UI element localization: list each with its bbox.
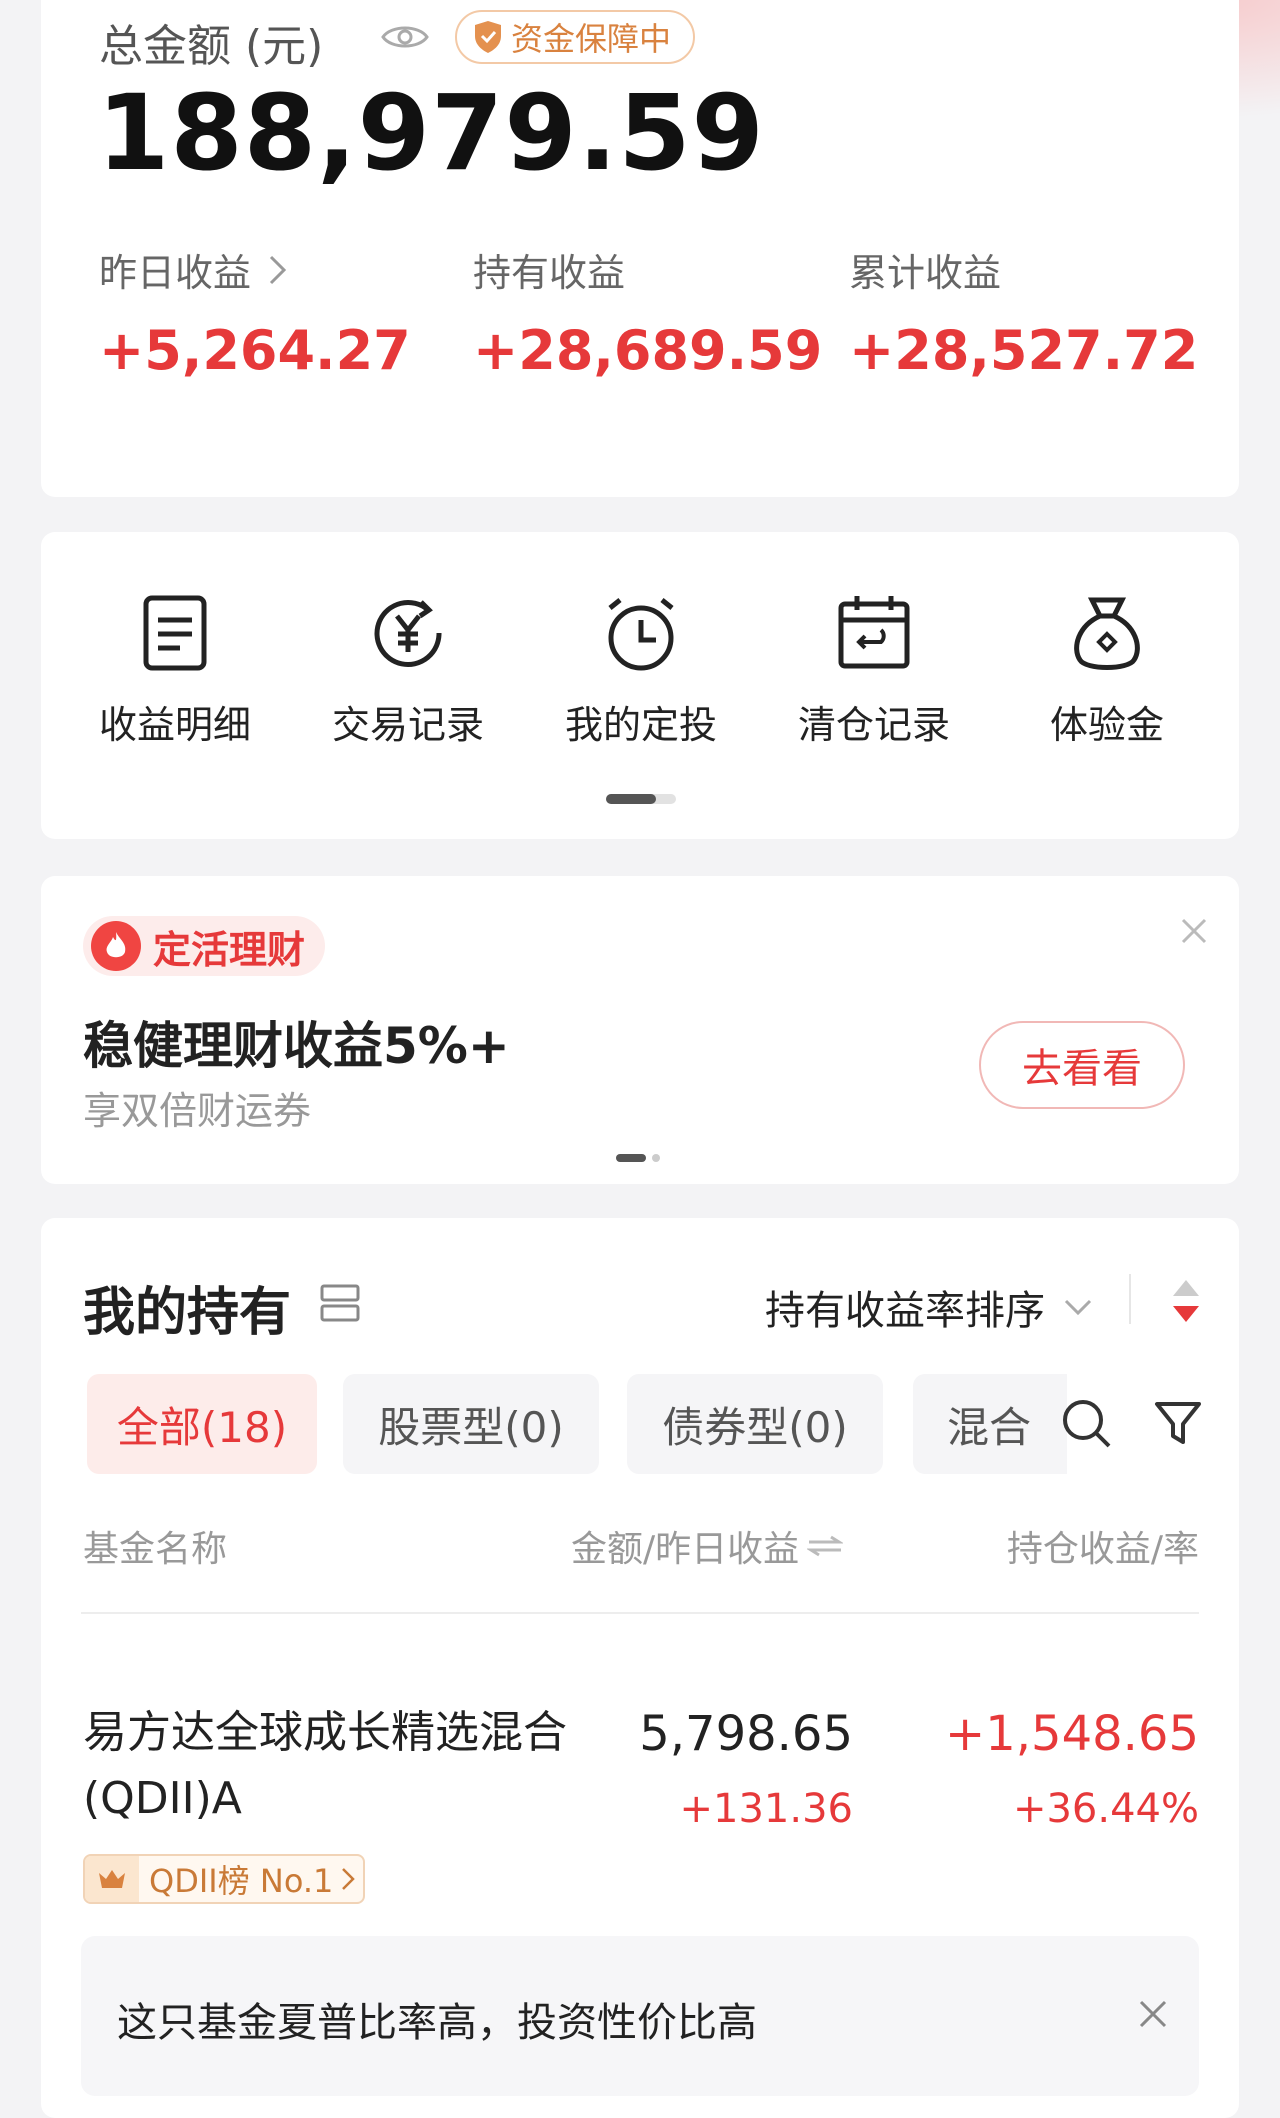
stat-label: 昨日收益 [99,251,252,295]
stat-label: 累计收益 [849,251,1002,295]
promo-card[interactable]: 定活理财 稳健理财收益5%+ 享双倍财运券 去看看 [41,876,1239,1184]
promo-tag-text: 定活理财 [153,927,306,972]
calendar-return-icon [838,596,910,669]
stat-value: +28,527.72 [849,319,1199,382]
yuan-cycle-icon [374,600,442,667]
crown-icon [85,1856,139,1902]
total-amount-value: 188,979.59 [97,72,765,194]
fund-guarantee-badge[interactable]: 资金保障中 [455,10,696,64]
swap-icon [807,1535,844,1557]
column-header-amount-label: 金额/昨日收益 [571,1529,800,1570]
filter-chip-stock[interactable]: 股票型(0) [343,1374,599,1474]
fund-name[interactable]: 易方达全球成长精选混合(QDII)A [83,1700,603,1832]
tool-label: 收益明细 [98,703,251,747]
eye-icon[interactable] [381,22,429,52]
header-divider [81,1612,1199,1614]
layout-toggle-icon[interactable] [319,1282,361,1324]
fund-holding-profit: +1,548.65 [945,1706,1199,1762]
stat-value: +28,689.59 [473,319,823,382]
tools-scroll-indicator [606,794,676,804]
filter-icon[interactable] [1153,1398,1203,1448]
document-icon [143,595,207,671]
fund-amount: 5,798.65 [639,1706,853,1762]
flame-icon [91,921,141,971]
fund-profit-rate: +36.44% [1012,1786,1199,1832]
fund-rank-badge[interactable]: QDII榜 No.1 [83,1854,366,1904]
column-header-name: 基金名称 [83,1529,228,1570]
sort-divider [1129,1274,1131,1324]
total-amount-label: 总金额 (元) [99,21,324,72]
guarantee-text: 资金保障中 [511,20,672,58]
tool-label: 体验金 [1049,703,1164,747]
search-icon[interactable] [1061,1398,1113,1450]
fund-yesterday-income: +131.36 [679,1786,853,1832]
asset-summary-card: 总金额 (元) 资金保障中 188,979.59 昨日收益 +5,264.27 … [41,0,1239,497]
chevron-down-icon [1064,1299,1092,1316]
stat-label: 持有收益 [473,251,626,295]
rank-badge-text: QDII榜 No.1 [149,1862,334,1900]
close-icon[interactable] [1137,1998,1169,2030]
promo-view-button[interactable]: 去看看 [979,1021,1185,1109]
fund-type-filters: 全部(18) 股票型(0) 债券型(0) 混合 [87,1374,1067,1474]
close-icon[interactable] [1179,916,1209,946]
money-bag-icon [1074,597,1140,670]
tools-card: 收益明细 交易记录 我的定投 清仓记录 体验金 [41,532,1239,839]
holdings-title: 我的持有 [83,1283,292,1343]
tool-clearance-record[interactable]: 清仓记录 [774,592,974,749]
filter-chip-bond[interactable]: 债券型(0) [627,1374,883,1474]
column-header-amount[interactable]: 金额/昨日收益 [571,1520,844,1572]
sort-order-icon[interactable] [1171,1278,1201,1324]
tool-label: 交易记录 [331,703,484,747]
tool-label: 清仓记录 [797,703,950,747]
shield-icon [475,21,501,53]
sort-select[interactable]: 持有收益率排序 [765,1278,1093,1336]
fund-tip-box: 这只基金夏普比率高，投资性价比高 [81,1936,1199,2096]
alarm-clock-icon [608,598,674,671]
stat-cumulative: 累计收益 +28,527.72 [849,242,1198,382]
stat-value: +5,264.27 [99,319,411,382]
filter-chip-all[interactable]: 全部(18) [87,1374,317,1474]
column-header-profit: 持仓收益/率 [1006,1529,1199,1570]
fund-tip-text: 这只基金夏普比率高，投资性价比高 [117,2000,757,2046]
sort-label: 持有收益率排序 [765,1288,1045,1334]
tool-label: 我的定投 [564,703,717,747]
stat-yesterday[interactable]: 昨日收益 +5,264.27 [99,242,411,382]
promo-subtitle: 享双倍财运券 [83,1089,312,1133]
chevron-right-icon [342,1868,356,1890]
tool-income-detail[interactable]: 收益明细 [75,592,275,749]
promo-title: 稳健理财收益5%+ [83,1017,510,1075]
chevron-right-icon [269,255,287,284]
holdings-card: 我的持有 持有收益率排序 全部(18) 股票型(0) 债券型(0) 混合 基金名… [41,1218,1239,2118]
tool-experience-gold[interactable]: 体验金 [1007,592,1207,749]
tool-trade-record[interactable]: 交易记录 [308,592,508,749]
filter-chip-mixed[interactable]: 混合 [913,1374,1067,1474]
promo-tag: 定活理财 [83,916,326,976]
promo-page-indicator [616,1154,660,1162]
stat-holding: 持有收益 +28,689.59 [473,242,822,382]
tool-auto-invest[interactable]: 我的定投 [541,592,741,749]
